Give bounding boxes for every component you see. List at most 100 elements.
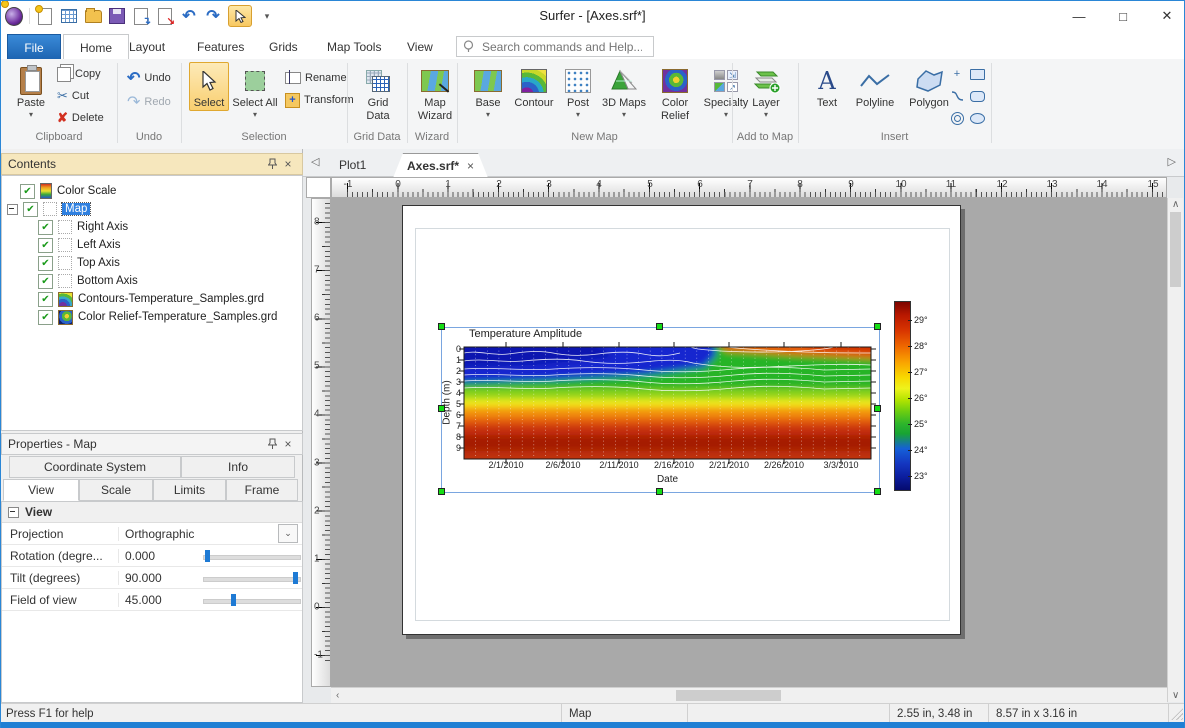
color-scale-bar[interactable] <box>894 301 911 491</box>
tree-item-contours-layer[interactable]: ✔ Contours-Temperature_Samples.grd <box>2 290 302 308</box>
checkbox[interactable]: ✔ <box>20 183 35 199</box>
select-all-button[interactable]: Select All ▾ <box>231 62 279 120</box>
tab-coordinate-system[interactable]: Coordinate System <box>9 456 181 478</box>
vertical-scrollbar[interactable]: ∧ ∨ <box>1167 198 1183 702</box>
checkbox[interactable]: ✔ <box>23 201 38 217</box>
command-search[interactable] <box>456 36 654 57</box>
tab-scroll-left-icon[interactable]: ◁ <box>311 155 319 168</box>
redo-button[interactable]: ↷ Redo <box>127 93 171 111</box>
tab-features[interactable]: Features <box>181 34 260 59</box>
close-button[interactable]: ✕ <box>1158 7 1176 25</box>
copy-button[interactable]: Copy <box>57 65 101 83</box>
tilt-slider[interactable] <box>203 571 301 585</box>
tab-view[interactable]: View <box>391 34 449 59</box>
tilt-value[interactable]: 90.000 <box>119 571 203 585</box>
tree-item-left-axis[interactable]: ✔ Left Axis <box>2 236 302 254</box>
h-scroll-thumb[interactable] <box>676 690 781 701</box>
tab-file[interactable]: File <box>7 34 61 61</box>
projection-dropdown[interactable]: ⌄ <box>278 524 298 543</box>
transform-button[interactable]: + Transform <box>285 91 354 109</box>
tab-info[interactable]: Info <box>181 456 295 478</box>
tab-limits[interactable]: Limits <box>153 479 226 501</box>
field-of-view-slider[interactable] <box>203 593 301 607</box>
search-input[interactable] <box>480 38 644 55</box>
tree-item-color-scale[interactable]: ✔ Color Scale <box>2 182 302 200</box>
scroll-down-icon[interactable]: ∨ <box>1172 690 1179 701</box>
contents-panel-header: Contents × <box>1 153 303 175</box>
paste-button[interactable]: Paste ▾ <box>9 62 53 120</box>
rotation-value[interactable]: 0.000 <box>119 549 203 563</box>
maps-3d-button[interactable]: 3D Maps ▾ <box>597 62 651 120</box>
properties-close-icon[interactable]: × <box>280 436 296 452</box>
insert-polyline-button[interactable]: Polyline <box>848 62 902 111</box>
checkbox[interactable]: ✔ <box>38 219 53 235</box>
checkbox[interactable]: ✔ <box>38 309 53 325</box>
tree-item-top-axis[interactable]: ✔ Top Axis <box>2 254 302 272</box>
insert-text-button[interactable]: A Text <box>806 62 848 111</box>
insert-spline-button[interactable] <box>949 89 965 103</box>
tab-view[interactable]: View <box>3 479 79 501</box>
checkbox[interactable]: ✔ <box>38 273 53 289</box>
tab-scroll-right-icon[interactable]: ▷ <box>1168 155 1176 168</box>
insert-ellipse-button[interactable] <box>969 111 985 125</box>
field-of-view-value[interactable]: 45.000 <box>119 593 203 607</box>
doc-tab-plot1[interactable]: Plot1 <box>325 153 380 177</box>
resize-grip[interactable] <box>1171 708 1183 720</box>
tree-item-map[interactable]: ✔ Map <box>2 200 302 218</box>
doc-tab-axes[interactable]: Axes.srf* × <box>393 153 488 178</box>
delete-button[interactable]: ✘ Delete <box>57 109 104 127</box>
scroll-up-icon[interactable]: ∧ <box>1172 199 1179 210</box>
selection-handle[interactable] <box>874 323 881 330</box>
checkbox[interactable]: ✔ <box>38 237 53 253</box>
insert-symbol-button[interactable]: + <box>949 67 965 81</box>
tree-item-right-axis[interactable]: ✔ Right Axis <box>2 218 302 236</box>
section-header-view[interactable]: View <box>2 502 302 523</box>
tree-item-color-relief-layer[interactable]: ✔ Color Relief-Temperature_Samples.grd <box>2 308 302 326</box>
selection-handle[interactable] <box>438 323 445 330</box>
checkbox[interactable]: ✔ <box>38 291 53 307</box>
grid-data-button[interactable]: Grid Data <box>353 62 403 123</box>
select-button[interactable]: Select <box>189 62 229 111</box>
pin-icon[interactable] <box>264 156 280 172</box>
map-wizard-button[interactable]: Map Wizard <box>411 62 459 123</box>
layer-button[interactable]: Layer ▾ <box>742 62 790 120</box>
drawing-viewport[interactable]: Temperature Amplitude 0123456789 Depth (… <box>331 198 1167 687</box>
contents-close-icon[interactable]: × <box>280 156 296 172</box>
tab-frame[interactable]: Frame <box>226 479 298 501</box>
insert-circle-button[interactable] <box>949 111 965 125</box>
selection-handle[interactable] <box>874 488 881 495</box>
collapse-expander-icon[interactable] <box>7 203 18 215</box>
maximize-button[interactable]: □ <box>1114 7 1132 25</box>
post-map-button[interactable]: Post ▾ <box>559 62 597 120</box>
pin-icon[interactable] <box>264 436 280 452</box>
contour-map-button[interactable]: Contour <box>509 62 559 111</box>
selection-handle[interactable] <box>438 488 445 495</box>
tab-grids[interactable]: Grids <box>253 34 314 59</box>
undo-button[interactable]: ↶ Undo <box>127 69 171 87</box>
tab-map-tools[interactable]: Map Tools <box>311 34 397 59</box>
base-map-button[interactable]: Base ▾ <box>465 62 511 120</box>
scroll-left-icon[interactable]: ‹ <box>336 690 339 701</box>
insert-polygon-button[interactable]: Polygon <box>902 62 956 111</box>
minimize-button[interactable]: — <box>1070 7 1088 25</box>
selection-handle[interactable] <box>656 488 663 495</box>
rotation-slider[interactable] <box>203 549 301 563</box>
selection-handle[interactable] <box>438 405 445 412</box>
collapse-expander-icon[interactable] <box>8 506 19 518</box>
tab-scale[interactable]: Scale <box>79 479 153 501</box>
tab-close-icon[interactable]: × <box>467 159 474 173</box>
selection-handle[interactable] <box>874 405 881 412</box>
tree-item-bottom-axis[interactable]: ✔ Bottom Axis <box>2 272 302 290</box>
color-relief-button[interactable]: Color Relief <box>651 62 699 123</box>
insert-rectangle-button[interactable] <box>969 67 985 81</box>
projection-value[interactable]: Orthographic <box>119 527 203 541</box>
checkbox[interactable]: ✔ <box>38 255 53 271</box>
selection-handle[interactable] <box>656 323 663 330</box>
rename-button[interactable]: Rename <box>285 69 347 87</box>
insert-rounded-rect-button[interactable] <box>969 89 985 103</box>
horizontal-scrollbar[interactable]: ‹ <box>331 687 1167 703</box>
tab-layout[interactable]: Layout <box>113 34 181 59</box>
polygon-icon <box>914 65 944 97</box>
cut-button[interactable]: ✂ Cut <box>57 87 89 105</box>
v-scroll-thumb[interactable] <box>1170 212 1181 287</box>
